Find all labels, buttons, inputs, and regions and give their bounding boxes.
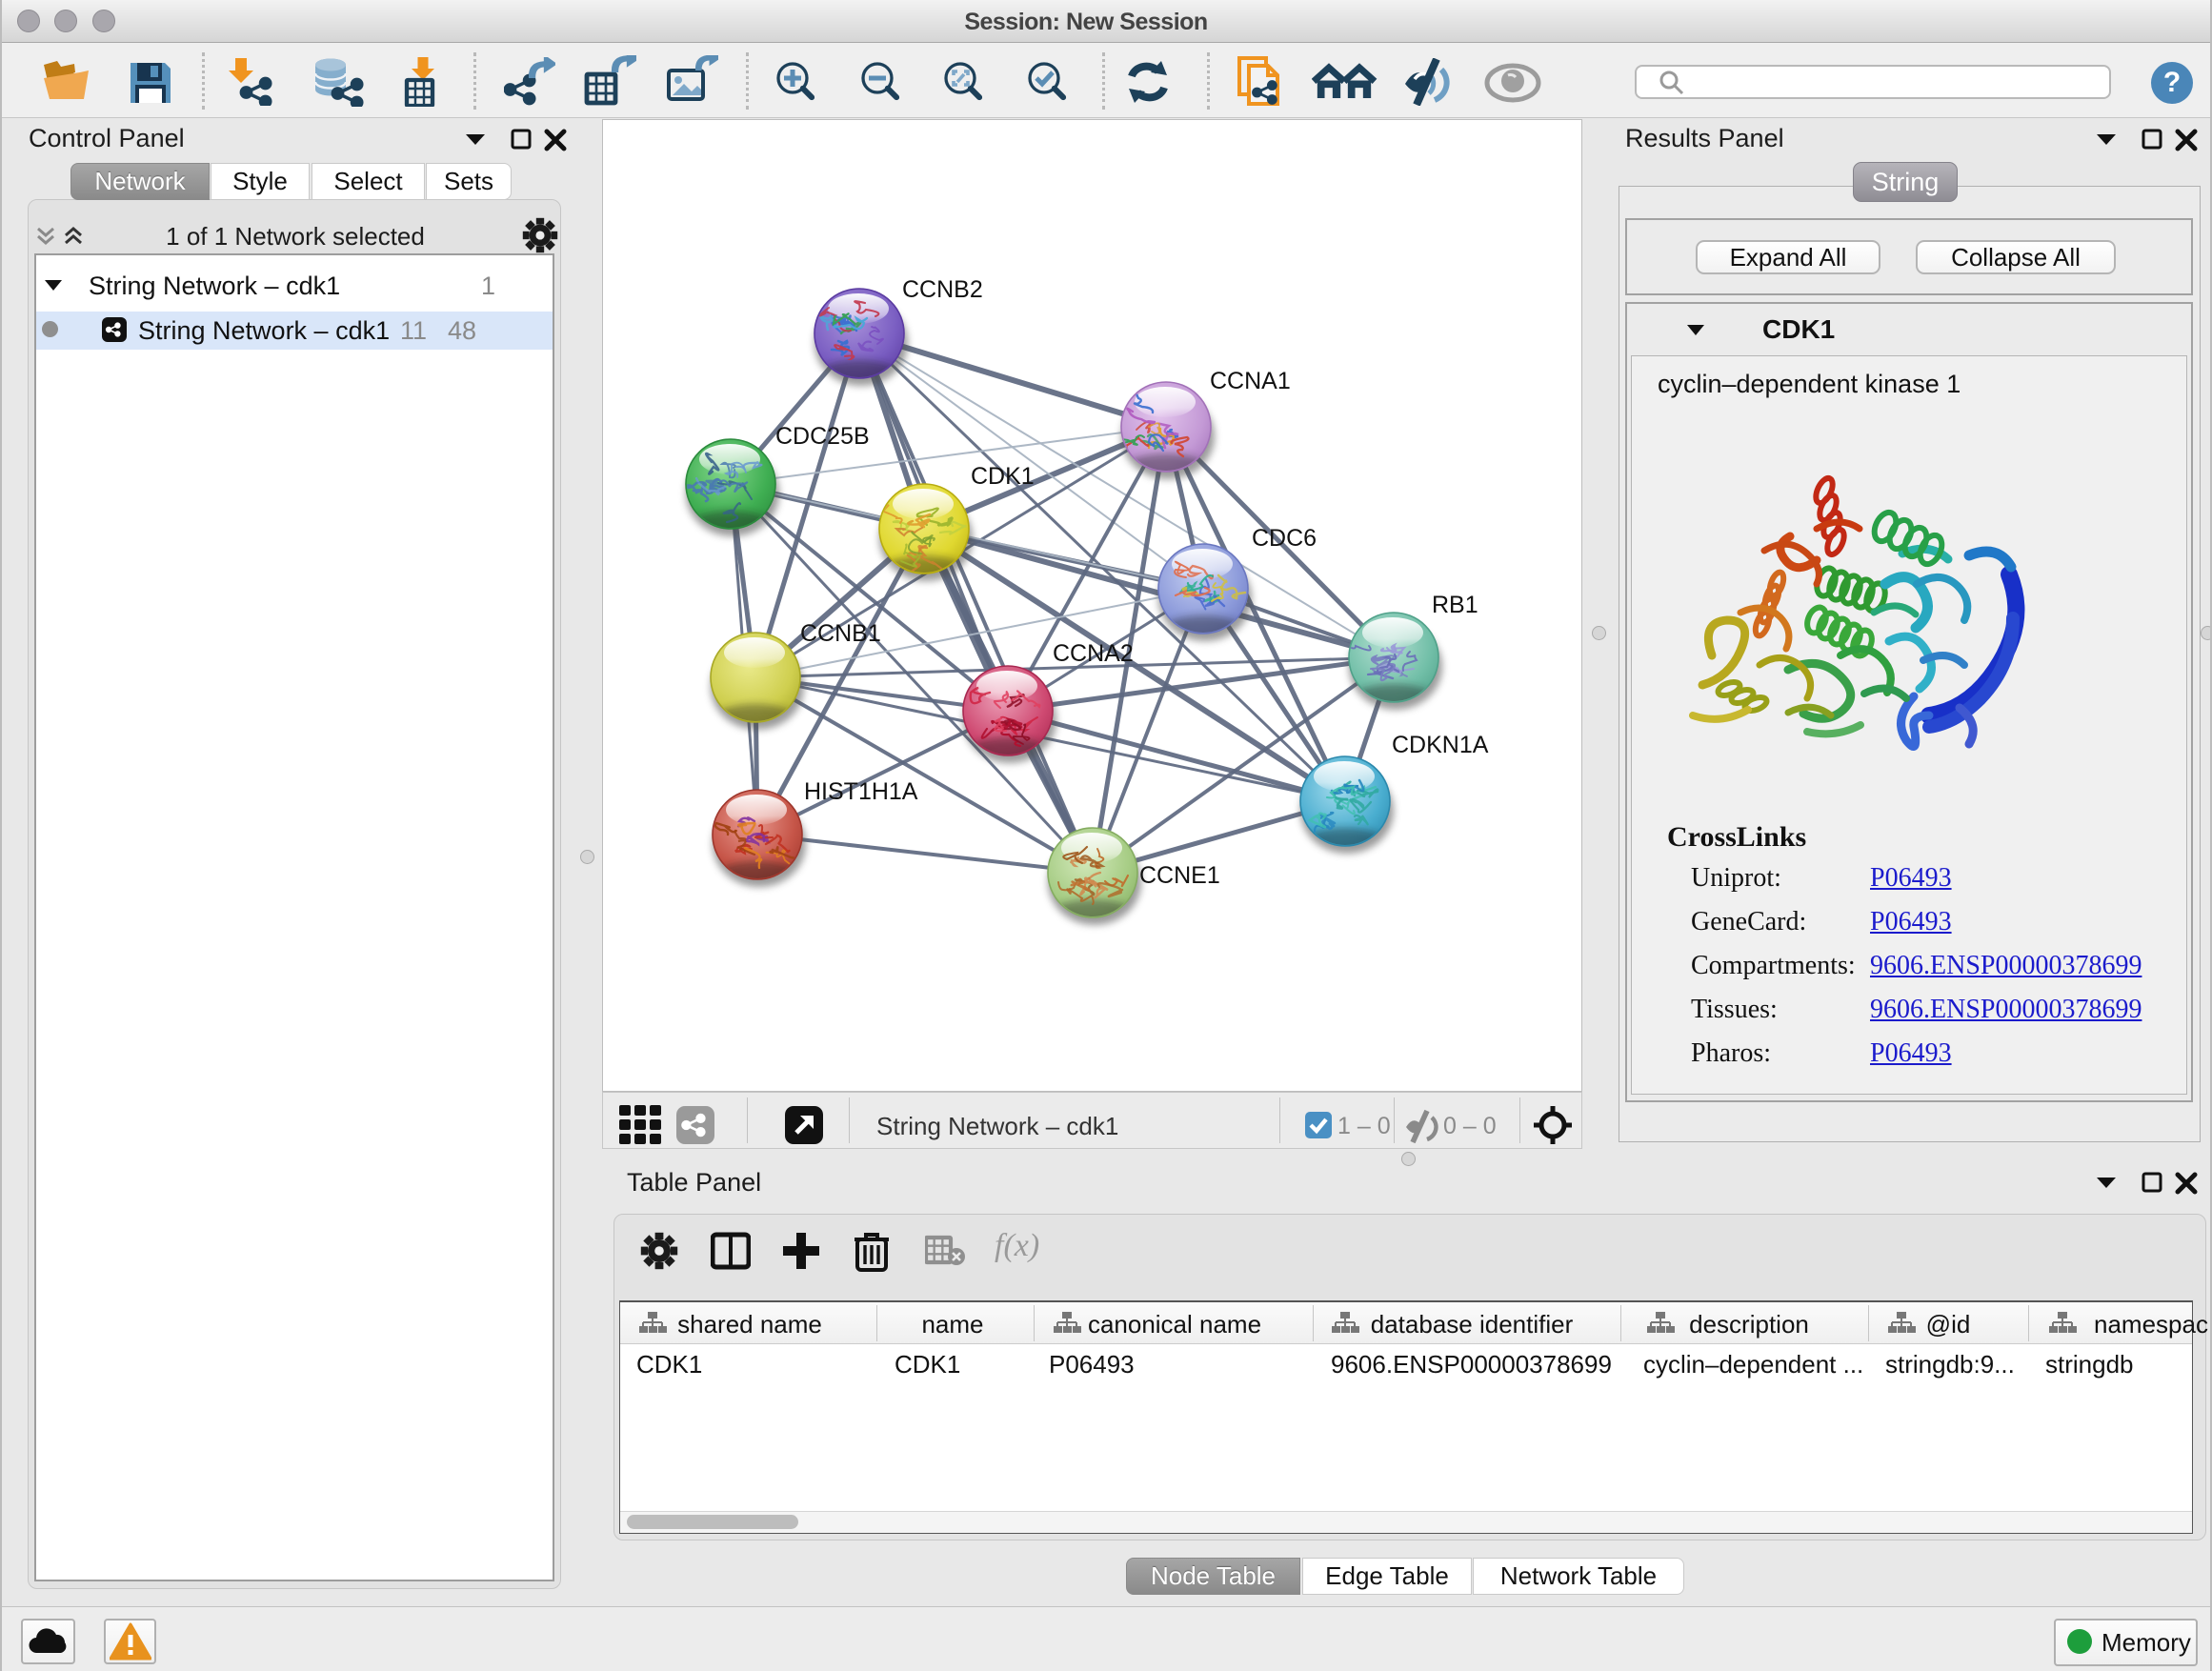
svg-text:CDC6: CDC6 [1252, 525, 1317, 552]
svg-text:CDKN1A: CDKN1A [1392, 732, 1489, 758]
svg-text:CCNA1: CCNA1 [1210, 368, 1291, 394]
svg-text:CCNB2: CCNB2 [902, 276, 983, 303]
svg-text:CDC25B: CDC25B [775, 423, 870, 450]
svg-text:CCNA2: CCNA2 [1053, 640, 1134, 667]
svg-text:RB1: RB1 [1432, 592, 1478, 618]
svg-text:?: ? [2163, 67, 2181, 98]
svg-text:CCNE1: CCNE1 [1139, 862, 1220, 889]
svg-text:CCNB1: CCNB1 [800, 620, 881, 647]
svg-text:CDK1: CDK1 [971, 463, 1035, 490]
svg-text:HIST1H1A: HIST1H1A [804, 778, 918, 805]
